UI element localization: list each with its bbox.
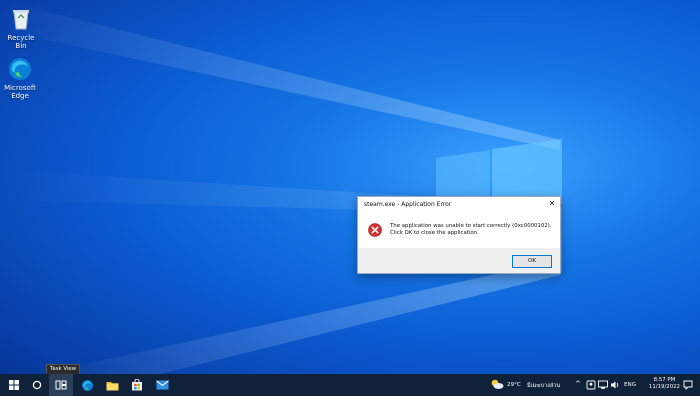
dialog-message-line-1: The application was unable to start corr… <box>390 223 552 229</box>
mail-icon <box>155 380 169 390</box>
dialog-message-line-2: Click OK to close the application. <box>390 230 479 236</box>
taskbar: 29°C มีเมฆบางส่วน ^ ENG 8:57 PM 11/19/20… <box>0 374 700 396</box>
folder-icon <box>106 381 118 390</box>
edge-icon <box>81 379 93 391</box>
dialog-title: steam.exe - Application Error <box>364 201 452 208</box>
weather-temperature: 29°C <box>507 382 521 388</box>
file-explorer-button[interactable] <box>100 374 124 396</box>
dialog-message: The application was unable to start corr… <box>390 223 558 237</box>
task-view-button[interactable] <box>49 374 73 396</box>
notification-center-icon[interactable] <box>683 380 693 390</box>
people-icon[interactable] <box>586 380 596 390</box>
store-icon <box>132 379 142 391</box>
taskbar-edge-button[interactable] <box>75 374 99 396</box>
network-icon[interactable] <box>598 380 608 390</box>
recycle-bin-label: Recycle Bin <box>7 34 35 50</box>
clock-time: 8:57 PM <box>653 377 676 383</box>
task-view-icon <box>55 380 67 390</box>
weather-description: มีเมฆบางส่วน <box>527 383 561 389</box>
start-button[interactable] <box>2 374 26 396</box>
recycle-bin-icon <box>8 6 34 32</box>
edge-icon <box>7 56 33 82</box>
windows-logo-icon <box>9 380 19 390</box>
microsoft-store-button[interactable] <box>125 374 149 396</box>
language-indicator[interactable]: ENG <box>624 382 636 388</box>
clock-date: 11/19/2022 <box>648 384 680 390</box>
application-error-dialog: steam.exe - Application Error ✕ The appl… <box>357 196 561 274</box>
search-circle-icon <box>32 380 42 390</box>
wallpaper-light-beams <box>0 0 562 374</box>
show-hidden-icons-button[interactable]: ^ <box>575 380 583 390</box>
desktop-icon-recycle-bin[interactable]: Recycle Bin <box>1 6 41 50</box>
dialog-close-button[interactable]: ✕ <box>544 197 560 211</box>
microsoft-edge-label: Microsoft Edge <box>4 84 36 100</box>
desktop-icon-microsoft-edge[interactable]: Microsoft Edge <box>0 56 40 100</box>
dialog-footer: OK <box>358 248 560 273</box>
volume-icon[interactable] <box>610 380 620 390</box>
desktop: Recycle Bin Microsoft Edge <box>0 0 700 374</box>
search-button[interactable] <box>25 374 49 396</box>
clock[interactable]: 8:57 PM 11/19/2022 <box>649 377 680 391</box>
ok-button[interactable]: OK <box>512 255 552 268</box>
error-icon <box>368 222 382 237</box>
weather-partly-cloudy-icon <box>491 379 504 389</box>
mail-button[interactable] <box>150 374 174 396</box>
weather-widget[interactable]: 29°C มีเมฆบางส่วน <box>490 374 566 396</box>
